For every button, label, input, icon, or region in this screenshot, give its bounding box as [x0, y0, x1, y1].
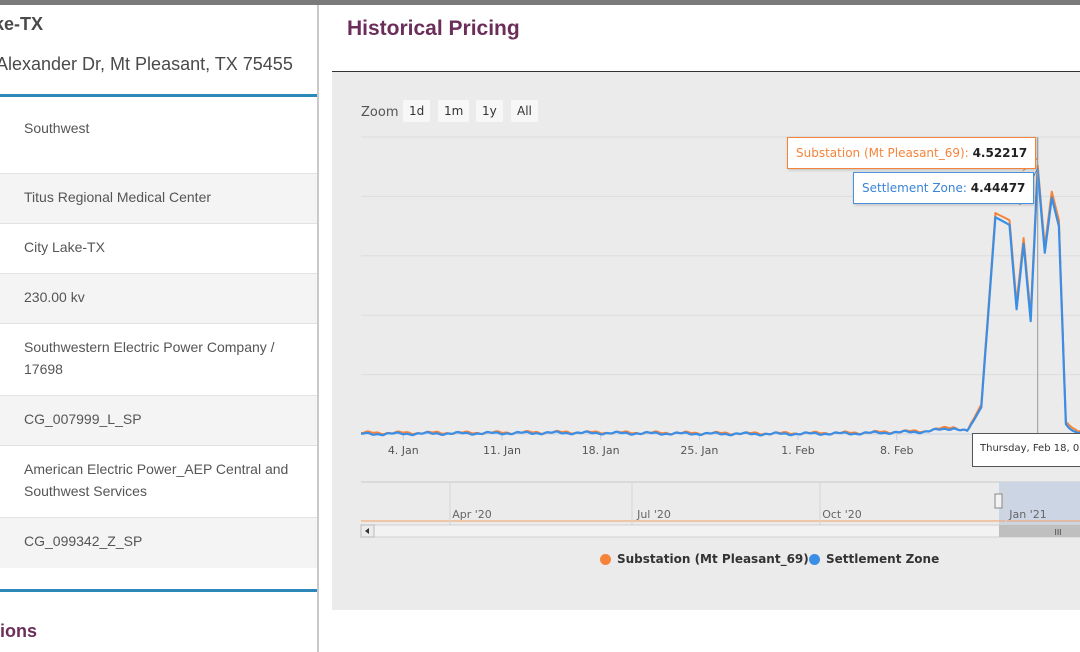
navigator-label: Apr '20: [452, 508, 492, 521]
tooltip-settlement-value: 4.44477: [970, 181, 1026, 195]
info-value: CG_099342_Z_SP: [24, 533, 143, 549]
legend-label: Settlement Zone: [826, 552, 940, 566]
info-value: City Lake-TX: [24, 239, 105, 255]
info-value: Titus Regional Medical Center: [24, 189, 212, 205]
navigator-label: Jan '21: [1008, 508, 1046, 521]
info-row-node: City Lake-TX: [0, 224, 317, 274]
info-row-settlement-point: CG_099342_Z_SP: [0, 518, 317, 568]
info-row-customer: Titus Regional Medical Center: [0, 174, 317, 224]
legend-label: Substation (Mt Pleasant_69): [617, 552, 809, 566]
section-divider: [0, 94, 317, 97]
section-divider: [0, 589, 317, 592]
legend-item-settlement[interactable]: Settlement Zone: [809, 552, 939, 566]
info-value: 230.00 kv: [24, 289, 85, 305]
legend-marker: [600, 553, 611, 565]
series-line-substation: [361, 164, 1080, 436]
navigator-scrollbar: [360, 524, 1080, 538]
x-tick-label: 8. Feb: [880, 444, 913, 457]
tooltip-substation: Substation (Mt Pleasant_69): 4.52217: [787, 137, 1037, 169]
legend-item-substation[interactable]: Substation (Mt Pleasant_69): [600, 552, 809, 566]
x-tick-label: 18. Jan: [582, 444, 620, 457]
tooltip-date: Thursday, Feb 18, 03: [972, 433, 1080, 467]
next-section-title: tions: [0, 621, 37, 641]
legend-marker: [809, 553, 820, 565]
info-value: Southwest: [24, 120, 90, 136]
tooltip-substation-value: 4.52217: [972, 146, 1028, 160]
x-tick-label: 4. Jan: [388, 444, 419, 457]
historical-pricing-title: Historical Pricing: [347, 17, 520, 40]
navigator-label: Jul '20: [636, 508, 671, 521]
location-details-panel: ke-TX Alexander Dr, Mt Pleasant, TX 7545…: [0, 5, 317, 652]
info-table: Southwest Titus Regional Medical Center …: [0, 102, 317, 568]
info-row-region: Southwest: [0, 102, 317, 174]
info-row-utility: Southwestern Electric Power Company / 17…: [0, 324, 317, 396]
historical-pricing-panel: Historical Pricing Zoom 1d 1m 1y All 4. …: [319, 5, 1080, 652]
price-chart: Zoom 1d 1m 1y All 4. Jan 11. Jan 18. Jan 25…: [332, 72, 1080, 610]
series-line-settlement: [360, 169, 1080, 437]
x-tick-label: 1. Feb: [781, 444, 814, 457]
info-row-voltage: 230.00 kv: [0, 274, 317, 324]
tooltip-settlement: Settlement Zone: 4.44477: [853, 172, 1035, 204]
tooltip-substation-label: Substation (Mt Pleasant_69):: [796, 146, 969, 160]
info-value: Southwestern Electric Power Company / 17…: [24, 339, 275, 377]
info-row-service: American Electric Power_AEP Central and …: [0, 446, 317, 518]
location-name: ke-TX: [0, 14, 44, 34]
info-value: CG_007999_L_SP: [24, 411, 142, 427]
x-tick-label: 25. Jan: [680, 444, 718, 457]
tooltip-settlement-label: Settlement Zone:: [862, 181, 967, 195]
info-row-load-zone: CG_007999_L_SP: [0, 396, 317, 446]
x-tick-label: 11. Jan: [483, 444, 521, 457]
navigator-label: Oct '20: [822, 508, 862, 521]
info-value: American Electric Power_AEP Central and …: [24, 461, 289, 499]
navigator-scrollbar-thumb[interactable]: [999, 525, 1080, 537]
navigator-left-handle[interactable]: [994, 493, 1003, 509]
scrollbar-grip-icon: III: [1054, 528, 1061, 537]
location-address: Alexander Dr, Mt Pleasant, TX 75455: [0, 54, 293, 74]
